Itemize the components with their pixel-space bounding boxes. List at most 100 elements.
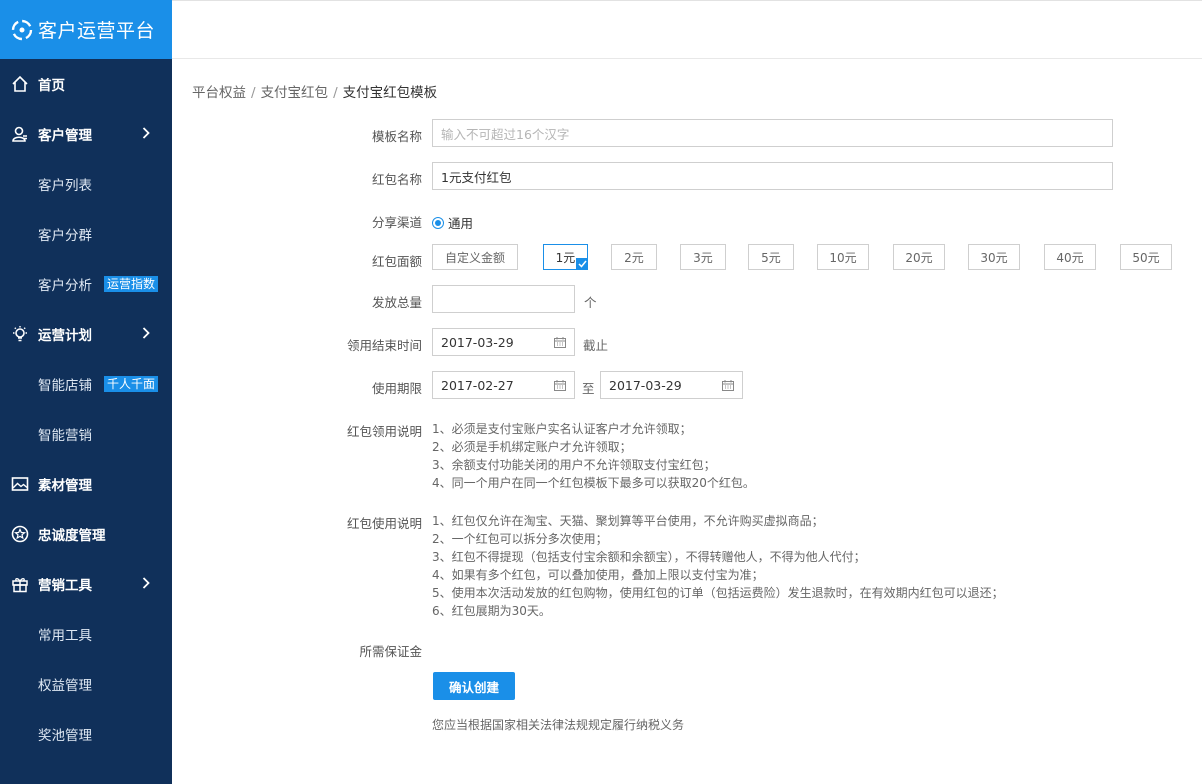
sidebar-item-rights-management[interactable]: 权益管理 (0, 659, 172, 709)
amount-option-3[interactable]: 3元 (680, 244, 726, 270)
amount-option-20[interactable]: 20元 (893, 244, 945, 270)
breadcrumb-separator: / (333, 85, 338, 101)
amount-label: 红包面额 (371, 254, 422, 269)
user-icon (10, 124, 30, 144)
claim-note-line: 2、必须是手机绑定账户才允许领取； (432, 440, 632, 454)
claim-end-date-input[interactable]: 2017-03-29 (432, 328, 575, 356)
lightbulb-icon (10, 324, 30, 344)
calendar-icon (554, 380, 566, 391)
template-name-input[interactable]: 输入不可超过16个汉字 (432, 119, 1113, 147)
confirm-create-button[interactable]: 确认创建 (433, 672, 515, 700)
sidebar-item-operation-plan[interactable]: 运营计划 (0, 309, 172, 359)
sidebar-item-label: 首页 (38, 78, 65, 94)
amount-option-custom[interactable]: 自定义金额 (432, 244, 518, 270)
total-unit: 个 (584, 295, 597, 310)
amount-option-1[interactable]: 1元 (543, 244, 588, 270)
deposit-label: 所需保证金 (359, 644, 422, 659)
packet-name-input[interactable]: 1元支付红包 (432, 162, 1113, 190)
breadcrumb-item-current: 支付宝红包模板 (342, 85, 438, 101)
chevron-right-icon (142, 127, 150, 139)
chevron-right-icon (142, 577, 150, 589)
sidebar-item-label: 营销工具 (38, 578, 92, 594)
amount-option-50[interactable]: 50元 (1120, 244, 1172, 270)
sidebar-item-label: 客户管理 (38, 128, 92, 144)
calendar-icon (554, 337, 566, 348)
amount-option-label: 1元 (555, 250, 576, 265)
channel-option-label: 通用 (448, 216, 474, 231)
claim-notes-label: 红包领用说明 (346, 424, 422, 439)
sidebar-item-tag: 千人千面 (104, 376, 159, 392)
radio-checked-icon (432, 216, 444, 229)
nav-menu: 首页 客户管理 客户列表 客户分群 客户分析 运营指数 运营计划 智能店铺 千人… (0, 59, 172, 759)
sidebar-item-label: 奖池管理 (38, 728, 92, 744)
amount-option-30[interactable]: 30元 (968, 244, 1020, 270)
sidebar-item-smart-store[interactable]: 智能店铺 千人千面 (0, 359, 172, 409)
use-note-line: 5、使用本次活动发放的红包购物，使用红包的订单（包括运费险）发生退款时，在有效期… (432, 586, 1004, 600)
use-note-line: 6、红包展期为30天。 (432, 604, 551, 618)
amount-option-5[interactable]: 5元 (748, 244, 794, 270)
breadcrumb-item-alipay-redpacket[interactable]: 支付宝红包 (261, 85, 329, 101)
amount-option-2[interactable]: 2元 (611, 244, 657, 270)
sidebar-item-prize-pool-management[interactable]: 奖池管理 (0, 709, 172, 759)
use-notes-label: 红包使用说明 (346, 516, 422, 531)
breadcrumb: 平台权益 / 支付宝红包 / 支付宝红包模板 (192, 81, 437, 101)
sidebar-item-material-management[interactable]: 素材管理 (0, 459, 172, 509)
validity-start-date-input[interactable]: 2017-02-27 (432, 371, 575, 399)
use-note-line: 1、红包仅允许在淘宝、天猫、聚划算等平台使用，不允许购买虚拟商品； (432, 514, 824, 528)
logo-icon (11, 19, 33, 40)
sidebar-item-customer-groups[interactable]: 客户分群 (0, 209, 172, 259)
sidebar-item-customer-analysis[interactable]: 客户分析 运营指数 (0, 259, 172, 309)
breadcrumb-separator: / (251, 85, 256, 101)
sidebar-item-label: 智能店铺 (38, 378, 92, 394)
sidebar-item-smart-marketing[interactable]: 智能营销 (0, 409, 172, 459)
chevron-right-icon (142, 327, 150, 339)
claim-note-line: 3、余额支付功能关闭的用户不允许领取支付宝红包； (432, 458, 716, 472)
sidebar-item-label: 素材管理 (38, 478, 92, 494)
sidebar: 客户运营平台 首页 客户管理 客户列表 客户分群 客户分析 运营指数 运营计划 … (0, 0, 172, 784)
use-note-line: 2、一个红包可以拆分多次使用； (432, 532, 608, 546)
amount-option-40[interactable]: 40元 (1044, 244, 1096, 270)
calendar-icon (722, 380, 734, 391)
sidebar-item-label: 客户列表 (38, 178, 92, 194)
sidebar-item-loyalty-management[interactable]: 忠诚度管理 (0, 509, 172, 559)
sidebar-item-common-tools[interactable]: 常用工具 (0, 609, 172, 659)
use-note-line: 4、如果有多个红包，可以叠加使用，叠加上限以支付宝为准； (432, 568, 764, 582)
sidebar-item-home[interactable]: 首页 (0, 59, 172, 109)
amount-option-10[interactable]: 10元 (817, 244, 869, 270)
sidebar-item-customer-list[interactable]: 客户列表 (0, 159, 172, 209)
validity-to-label: 至 (582, 381, 595, 396)
brand-header[interactable]: 客户运营平台 (0, 0, 172, 59)
claim-end-suffix: 截止 (583, 338, 609, 353)
packet-name-label: 红包名称 (371, 172, 422, 187)
tax-footnote: 您应当根据国家相关法律法规规定履行纳税义务 (432, 718, 685, 732)
total-quantity-label: 发放总量 (371, 295, 422, 310)
brand-title: 客户运营平台 (38, 20, 156, 42)
sidebar-item-tag: 运营指数 (104, 276, 159, 292)
image-icon (10, 474, 30, 494)
gift-icon (10, 574, 30, 594)
sidebar-item-label: 客户分析 (38, 278, 92, 294)
breadcrumb-item-platform-rights[interactable]: 平台权益 (192, 85, 246, 101)
sidebar-item-label: 常用工具 (38, 628, 92, 644)
template-name-label: 模板名称 (371, 129, 422, 144)
use-notes: 1、红包仅允许在淘宝、天猫、聚划算等平台使用，不允许购买虚拟商品； 2、一个红包… (432, 512, 1004, 620)
star-badge-icon (10, 524, 30, 544)
sidebar-item-customer-management[interactable]: 客户管理 (0, 109, 172, 159)
share-channel-label: 分享渠道 (371, 215, 422, 230)
claim-end-date-value: 2017-03-29 (441, 334, 514, 350)
channel-radio-general[interactable]: 通用 (432, 213, 473, 232)
total-quantity-input[interactable] (432, 285, 575, 313)
validity-end-date-input[interactable]: 2017-03-29 (600, 371, 743, 399)
sidebar-item-label: 忠诚度管理 (38, 528, 106, 544)
claim-note-line: 1、必须是支付宝账户实名认证客户才允许领取； (432, 422, 692, 436)
validity-end-value: 2017-03-29 (609, 377, 682, 393)
use-note-line: 3、红包不得提现（包括支付宝余额和余额宝），不得转赠他人，不得为他人代付； (432, 550, 866, 564)
sidebar-item-marketing-tools[interactable]: 营销工具 (0, 559, 172, 609)
validity-label: 使用期限 (371, 381, 422, 396)
sidebar-item-label: 权益管理 (38, 678, 92, 694)
check-icon (576, 258, 588, 270)
claim-end-label: 领用结束时间 (346, 338, 422, 353)
sidebar-item-label: 智能营销 (38, 428, 92, 444)
top-bar (172, 0, 1202, 59)
validity-start-value: 2017-02-27 (441, 377, 514, 393)
